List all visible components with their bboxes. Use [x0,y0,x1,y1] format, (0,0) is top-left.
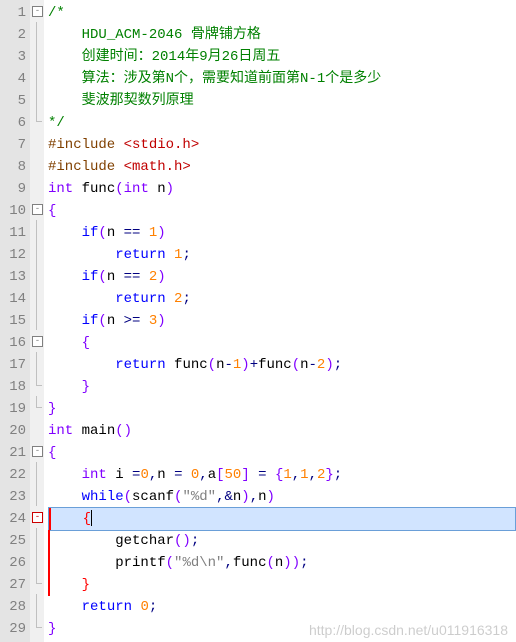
line-number: 10 [2,200,26,222]
line-number: 29 [2,618,26,640]
code-line: if(n == 2) [48,266,516,288]
code-line: { [48,200,516,222]
fold-toggle-icon[interactable]: - [32,512,43,523]
line-number: 14 [2,288,26,310]
line-number-gutter: 1 2 3 4 5 6 7 8 9 10 11 12 13 14 15 16 1… [0,0,30,642]
line-number: 28 [2,596,26,618]
code-line: /* [48,2,516,24]
fold-column: - - - - - [30,0,44,642]
code-line: 斐波那契数列原理 [48,90,516,112]
code-line: getchar(); [48,530,516,552]
line-number: 20 [2,420,26,442]
line-number: 4 [2,68,26,90]
code-line: if(n >= 3) [48,310,516,332]
line-number: 2 [2,24,26,46]
line-number: 9 [2,178,26,200]
line-number: 15 [2,310,26,332]
code-line: int main() [48,420,516,442]
line-number: 11 [2,222,26,244]
code-line-active: { [48,507,516,531]
line-number: 8 [2,156,26,178]
line-number: 1 [2,2,26,24]
line-number: 5 [2,90,26,112]
code-line: int i =0,n = 0,a[50] = {1,1,2}; [48,464,516,486]
line-number: 24 [2,508,26,530]
code-line: return 0; [48,596,516,618]
line-number: 16 [2,332,26,354]
code-line: while(scanf("%d",&n),n) [48,486,516,508]
code-line: printf("%d\n",func(n)); [48,552,516,574]
line-number: 7 [2,134,26,156]
code-line: 创建时间：2014年9月26日周五 [48,46,516,68]
code-line: { [48,332,516,354]
fold-toggle-icon[interactable]: - [32,6,43,17]
line-number: 23 [2,486,26,508]
line-number: 27 [2,574,26,596]
watermark-text: http://blog.csdn.net/u011916318 [309,622,508,638]
code-line: #include <stdio.h> [48,134,516,156]
code-line: } [48,376,516,398]
code-line: int func(int n) [48,178,516,200]
code-editor: 1 2 3 4 5 6 7 8 9 10 11 12 13 14 15 16 1… [0,0,516,642]
code-line: if(n == 1) [48,222,516,244]
code-line: return func(n-1)+func(n-2); [48,354,516,376]
fold-toggle-icon[interactable]: - [32,336,43,347]
text-cursor [91,510,92,526]
line-number: 13 [2,266,26,288]
line-number: 3 [2,46,26,68]
code-line: */ [48,112,516,134]
code-line: 算法：涉及第N个，需要知道前面第N-1个是多少 [48,68,516,90]
line-number: 25 [2,530,26,552]
code-area[interactable]: /* HDU_ACM-2046 骨牌铺方格 创建时间：2014年9月26日周五 … [44,0,516,642]
code-line: { [48,442,516,464]
code-line: HDU_ACM-2046 骨牌铺方格 [48,24,516,46]
line-number: 17 [2,354,26,376]
line-number: 19 [2,398,26,420]
fold-toggle-icon[interactable]: - [32,446,43,457]
code-line: return 2; [48,288,516,310]
line-number: 6 [2,112,26,134]
line-number: 21 [2,442,26,464]
code-line: return 1; [48,244,516,266]
fold-toggle-icon[interactable]: - [32,204,43,215]
line-number: 12 [2,244,26,266]
line-number: 22 [2,464,26,486]
code-line: #include <math.h> [48,156,516,178]
line-number: 18 [2,376,26,398]
code-line: } [48,398,516,420]
line-number: 26 [2,552,26,574]
code-line: } [48,574,516,596]
